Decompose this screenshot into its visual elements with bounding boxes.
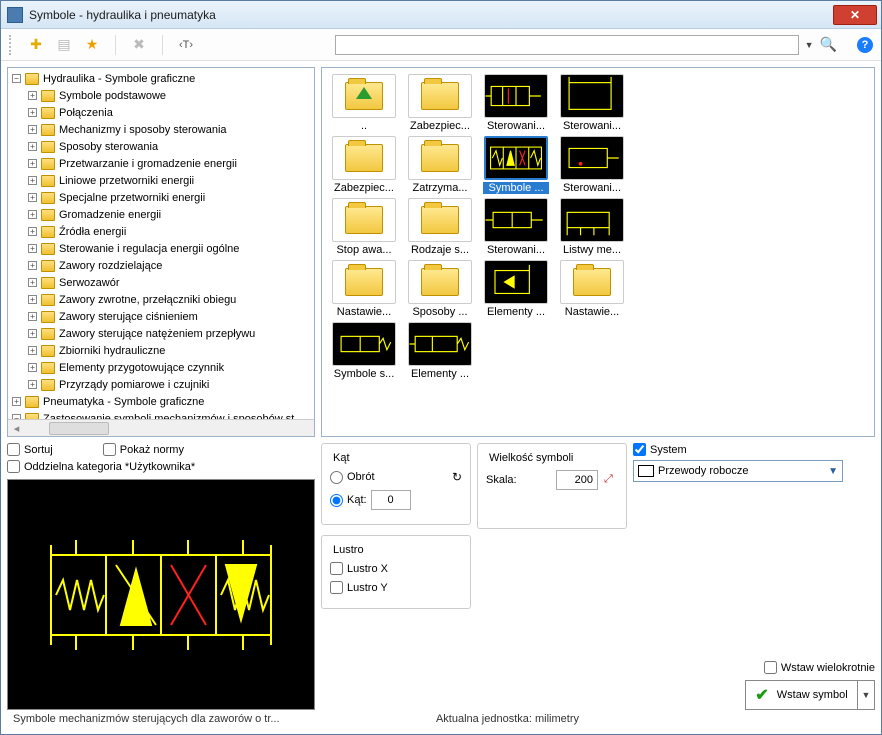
separator (162, 35, 163, 55)
mirror-group-title: Lustro (330, 544, 367, 556)
angle-radio[interactable]: Kąt: (330, 490, 462, 510)
grid-item[interactable]: Sterowani... (480, 74, 552, 132)
user-category-checkbox[interactable]: Oddzielna kategoria *Użytkownika* (7, 460, 315, 473)
chevron-down-icon: ▼ (828, 466, 838, 477)
sort-checkbox[interactable]: Sortuj (7, 443, 53, 456)
grid-item[interactable]: Elementy ... (404, 322, 476, 380)
grid-item[interactable]: .. (328, 74, 400, 132)
tree-row[interactable]: +Gromadzenie energii (8, 206, 314, 223)
toolbar-grip (9, 35, 15, 55)
search-input[interactable] (335, 35, 799, 55)
tree-row[interactable]: +Połączenia (8, 104, 314, 121)
mirror-y-checkbox[interactable]: Lustro Y (330, 581, 462, 594)
norms-checkbox[interactable]: Pokaż normy (103, 443, 184, 456)
grid-item[interactable]: Zabezpiec... (328, 136, 400, 194)
tree-row[interactable]: +Przetwarzanie i gromadzenie energii (8, 155, 314, 172)
pick-scale-icon[interactable]: ⤢ (604, 473, 618, 487)
tree-row[interactable]: −Hydraulika - Symbole graficzne (8, 70, 314, 87)
grid-item[interactable]: Sterowani... (556, 74, 628, 132)
system-checkbox[interactable]: System (633, 443, 875, 456)
search-icon[interactable]: 🔍 (820, 36, 837, 53)
tree-row[interactable]: +Specjalne przetworniki energii (8, 189, 314, 206)
tree-row[interactable]: +Zawory sterujące natężeniem przepływu (8, 325, 314, 342)
tree-row[interactable]: +Pneumatyka - Symbole graficzne (8, 393, 314, 410)
tree-row[interactable]: +Serwozawór (8, 274, 314, 291)
grid-item[interactable]: Symbole s... (328, 322, 400, 380)
grid-item[interactable]: Nastawie... (556, 260, 628, 318)
tree-row[interactable]: +Zawory zwrotne, przełączniki obiegu (8, 291, 314, 308)
app-icon (7, 7, 23, 23)
status-bar: Symbole mechanizmów sterujących dla zawo… (7, 710, 875, 728)
grid-item[interactable]: Nastawie... (328, 260, 400, 318)
separator (115, 35, 116, 55)
grid-item[interactable]: Sterowani... (556, 136, 628, 194)
grid-item[interactable]: Elementy ... (480, 260, 552, 318)
favorite-button[interactable]: ★ (83, 36, 101, 54)
insert-symbol-button[interactable]: ✔Wstaw symbol (746, 681, 858, 709)
tree-row[interactable]: +Liniowe przetworniki energii (8, 172, 314, 189)
status-right: Aktualna jednostka: milimetry (436, 713, 579, 725)
tree-row[interactable]: +Mechanizmy i sposoby sterowania (8, 121, 314, 138)
help-button[interactable]: ? (857, 37, 873, 53)
tree-row[interactable]: +Zawory rozdzielające (8, 257, 314, 274)
dropdown-icon[interactable]: ▼ (805, 40, 814, 50)
symbol-preview (7, 479, 315, 710)
grid-item[interactable]: Listwy me... (556, 198, 628, 256)
tree-row[interactable]: +Sterowanie i regulacja energii ogólne (8, 240, 314, 257)
delete-button[interactable]: ✖ (130, 36, 148, 54)
add-button[interactable]: ✚ (27, 36, 45, 54)
angle-input[interactable] (371, 490, 411, 510)
system-combo[interactable]: Przewody robocze ▼ (633, 460, 843, 482)
check-icon: ✔ (755, 685, 768, 705)
titlebar: Symbole - hydraulika i pneumatyka ✕ (1, 1, 881, 29)
tree-row[interactable]: +Elementy przygotowujące czynnik (8, 359, 314, 376)
tree-row[interactable]: +Źródła energii (8, 223, 314, 240)
mirror-group: Lustro Lustro X Lustro Y (321, 535, 471, 609)
status-left: Symbole mechanizmów sterujących dla zawo… (13, 713, 280, 725)
tree-row[interactable]: +Przyrządy pomiarowe i czujniki (8, 376, 314, 393)
mirror-x-checkbox[interactable]: Lustro X (330, 562, 462, 575)
tree-row[interactable]: +Symbole podstawowe (8, 87, 314, 104)
size-group-title: Wielkość symboli (486, 452, 576, 464)
grid-item[interactable]: Sterowani... (480, 198, 552, 256)
insert-multi-checkbox[interactable]: Wstaw wielokrotnie (764, 661, 875, 674)
rotate-radio[interactable]: Obrót↻ (330, 470, 462, 484)
grid-item[interactable]: Symbole ... (480, 136, 552, 194)
scale-label: Skala: (486, 474, 517, 486)
grid-item[interactable]: Zabezpiec... (404, 74, 476, 132)
size-group: Wielkość symboli Skala: ⤢ (477, 443, 627, 529)
angle-group-title: Kąt (330, 452, 353, 464)
scale-input[interactable] (556, 470, 598, 490)
insert-dropdown[interactable]: ▼ (858, 681, 874, 709)
text-button[interactable]: ‹T› (177, 36, 195, 54)
tree-row[interactable]: +Sposoby sterowania (8, 138, 314, 155)
swatch-icon (638, 465, 654, 477)
window-title: Symbole - hydraulika i pneumatyka (29, 8, 833, 22)
grid-item[interactable]: Stop awa... (328, 198, 400, 256)
toolbar: ✚ ▤ ★ ✖ ‹T› ▼ 🔍 ? (1, 29, 881, 61)
tree-row[interactable]: +Zbiorniki hydrauliczne (8, 342, 314, 359)
grid-item[interactable]: Sposoby ... (404, 260, 476, 318)
grid-item[interactable]: Rodzaje s... (404, 198, 476, 256)
list-button[interactable]: ▤ (55, 36, 73, 54)
grid-panel[interactable]: ..Zabezpiec...Sterowani...Sterowani...Za… (321, 67, 875, 437)
tree-row[interactable]: +Zawory sterujące ciśnieniem (8, 308, 314, 325)
close-button[interactable]: ✕ (833, 5, 877, 25)
grid-item[interactable]: Zatrzyma... (404, 136, 476, 194)
h-scrollbar[interactable]: ◂ (8, 419, 314, 436)
angle-group: Kąt Obrót↻ Kąt: (321, 443, 471, 525)
tree-panel[interactable]: −Hydraulika - Symbole graficzne+Symbole … (7, 67, 315, 437)
